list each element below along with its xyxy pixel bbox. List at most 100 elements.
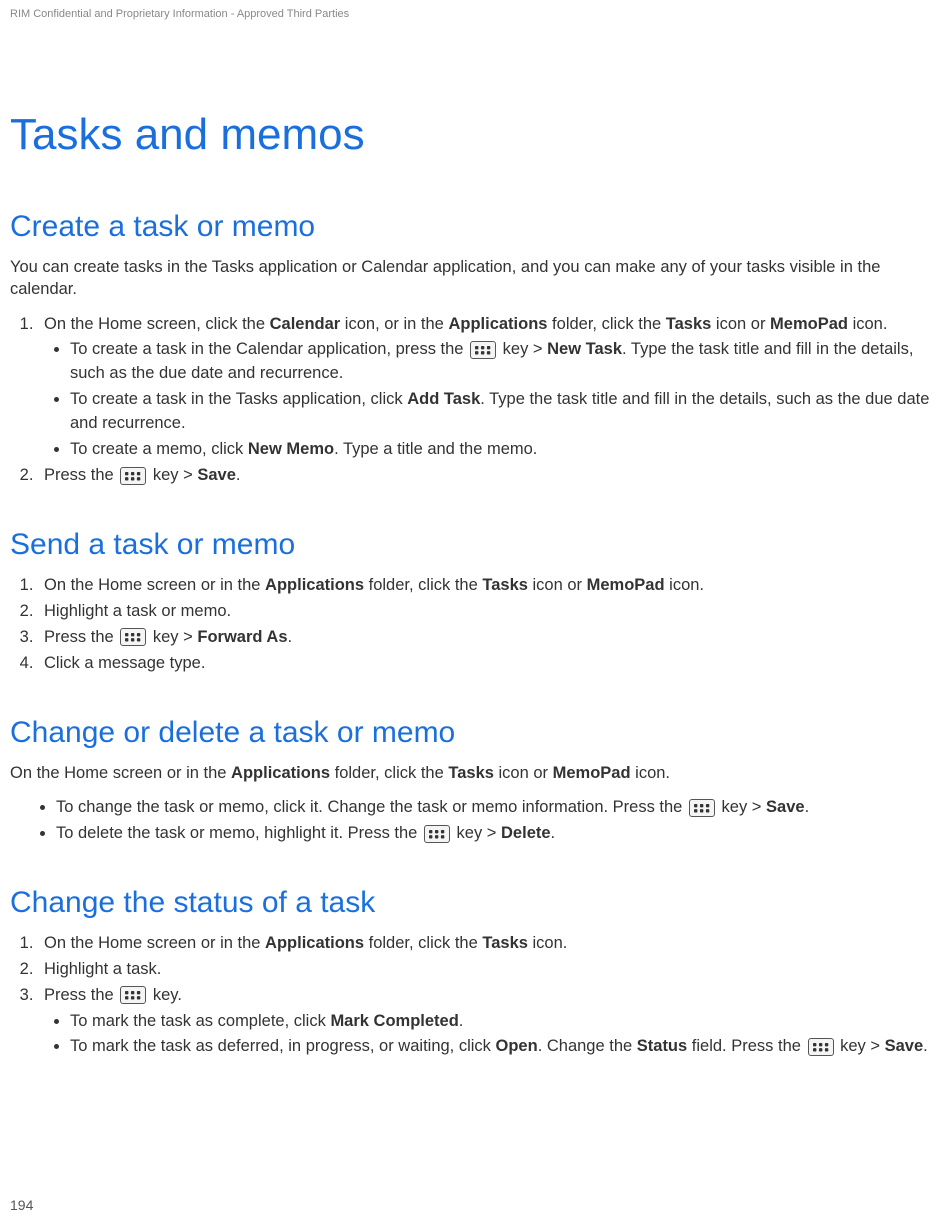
text: On the Home screen, click the [44,315,270,333]
bullet: To mark the task as deferred, in progres… [70,1035,939,1059]
text: icon or [528,576,587,594]
sub-bullets: To mark the task as complete, click Mark… [44,1010,939,1060]
step: Highlight a task. [38,958,939,982]
blackberry-key-icon [120,986,146,1004]
section-change-delete: Change or delete a task or memo On the H… [10,716,939,846]
heading-send: Send a task or memo [10,528,939,562]
text: key > [498,340,547,358]
blackberry-key-icon [120,628,146,646]
blackberry-key-icon [120,467,146,485]
bold: MemoPad [587,576,665,594]
text: . [236,466,241,484]
text: On the Home screen or in the [44,934,265,952]
text: icon. [848,315,887,333]
bold: Tasks [666,315,712,333]
heading-create: Create a task or memo [10,210,939,244]
create-steps: On the Home screen, click the Calendar i… [10,313,939,488]
text: field. Press the [687,1037,805,1055]
text: . [288,628,293,646]
text: On the Home screen or in the [44,576,265,594]
blackberry-key-icon [424,825,450,843]
step: Press the key > Forward As. [38,626,939,650]
bold: Tasks [482,934,528,952]
section-send: Send a task or memo On the Home screen o… [10,528,939,676]
text: key > [717,798,766,816]
bold: Tasks [448,764,494,782]
page-title: Tasks and memos [10,110,939,160]
text: Press the [44,628,118,646]
text: To delete the task or memo, highlight it… [56,824,422,842]
step: Highlight a task or memo. [38,600,939,624]
bold: New Memo [248,440,334,458]
text: key > [452,824,501,842]
step: Press the key. To mark the task as compl… [38,984,939,1060]
bullet: To mark the task as complete, click Mark… [70,1010,939,1034]
blackberry-key-icon [808,1038,834,1056]
step-1: On the Home screen, click the Calendar i… [38,313,939,463]
intro-line: On the Home screen or in the Application… [10,762,939,784]
bullet: To create a task in the Calendar applica… [70,338,939,386]
text: key > [836,1037,885,1055]
text: Press the [44,466,118,484]
text: folder, click the [364,934,482,952]
text: key > [148,628,197,646]
text: . Type a title and the memo. [334,440,537,458]
step-2: Press the key > Save. [38,464,939,488]
text: To change the task or memo, click it. Ch… [56,798,687,816]
bold: Applications [231,764,330,782]
bold: Forward As [197,628,287,646]
bullet: To create a memo, click New Memo. Type a… [70,438,939,462]
text: icon, or in the [340,315,448,333]
page-number: 194 [10,1197,33,1213]
bold: Applications [448,315,547,333]
text: folder, click the [547,315,665,333]
text: . [459,1012,464,1030]
text: To create a task in the Calendar applica… [70,340,468,358]
text: folder, click the [364,576,482,594]
heading-status: Change the status of a task [10,886,939,920]
bold: Delete [501,824,551,842]
bold: Save [766,798,805,816]
step: On the Home screen or in the Application… [38,574,939,598]
bold: Applications [265,576,364,594]
bold: Mark Completed [330,1012,458,1030]
sub-bullets: To create a task in the Calendar applica… [44,338,939,462]
text: icon. [631,764,670,782]
text: On the Home screen or in the [10,764,231,782]
bullet: To change the task or memo, click it. Ch… [56,796,939,820]
bold: Save [885,1037,924,1055]
bold: Save [197,466,236,484]
bold: Add Task [407,390,480,408]
intro-text: You can create tasks in the Tasks applic… [10,256,939,301]
text: To mark the task as complete, click [70,1012,330,1030]
text: key > [148,466,197,484]
bold: Applications [265,934,364,952]
text: To mark the task as deferred, in progres… [70,1037,496,1055]
section-status: Change the status of a task On the Home … [10,886,939,1060]
heading-change-delete: Change or delete a task or memo [10,716,939,750]
text: . [923,1037,928,1055]
text: To create a memo, click [70,440,248,458]
step: On the Home screen or in the Application… [38,932,939,956]
text: . [805,798,810,816]
text: . Change the [538,1037,637,1055]
bold: Tasks [482,576,528,594]
bold: Calendar [270,315,341,333]
bold: Open [496,1037,538,1055]
text: . [551,824,556,842]
text: key. [148,986,182,1004]
text: To create a task in the Tasks applicatio… [70,390,407,408]
step: Click a message type. [38,652,939,676]
bullet: To delete the task or memo, highlight it… [56,822,939,846]
status-steps: On the Home screen or in the Application… [10,932,939,1060]
bold: MemoPad [553,764,631,782]
text: folder, click the [330,764,448,782]
bold: New Task [547,340,622,358]
confidential-notice: RIM Confidential and Proprietary Informa… [10,8,939,20]
text: icon. [528,934,567,952]
text: icon or [494,764,553,782]
change-delete-bullets: To change the task or memo, click it. Ch… [30,796,939,846]
bold: Status [637,1037,687,1055]
send-steps: On the Home screen or in the Application… [10,574,939,676]
bold: MemoPad [770,315,848,333]
